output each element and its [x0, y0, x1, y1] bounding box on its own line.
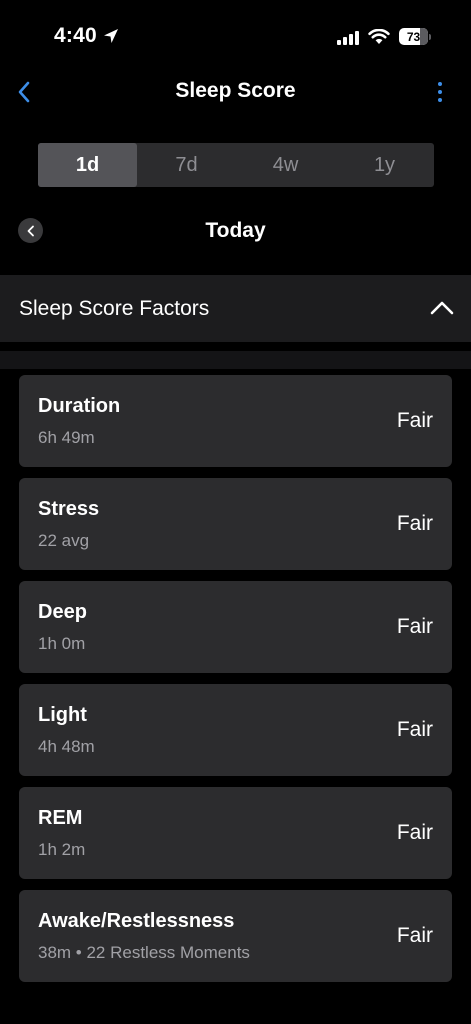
factor-card-duration[interactable]: Duration 6h 49m Fair — [19, 375, 452, 467]
factor-card-light[interactable]: Light 4h 48m Fair — [19, 684, 452, 776]
factor-name: Light — [38, 704, 87, 726]
wifi-icon — [368, 28, 390, 44]
status-bar: 4:40 73 — [0, 0, 471, 76]
battery-icon: 73 — [399, 28, 431, 45]
factor-name: Deep — [38, 601, 87, 623]
factor-name: REM — [38, 807, 83, 829]
factor-name: Stress — [38, 498, 100, 520]
factor-value: 1h 0m — [38, 634, 86, 653]
tab-7d[interactable]: 7d — [137, 143, 236, 187]
factor-rating: Fair — [396, 409, 433, 432]
page-title: Sleep Score — [175, 79, 296, 102]
factor-name: Awake/Restlessness — [38, 910, 235, 932]
factor-rating: Fair — [396, 821, 433, 844]
factor-rating: Fair — [396, 512, 433, 535]
factor-value: 22 avg — [38, 531, 90, 550]
location-arrow-icon — [103, 29, 118, 43]
status-time: 4:40 — [54, 24, 119, 48]
navigation-bar: Sleep Score — [0, 70, 471, 114]
tab-4w[interactable]: 4w — [236, 143, 335, 187]
section-divider — [0, 351, 471, 369]
factor-value: 6h 49m — [38, 428, 95, 447]
battery-percent: 73 — [406, 29, 421, 44]
battery-empty-portion — [420, 28, 428, 45]
factor-card-deep[interactable]: Deep 1h 0m Fair — [19, 581, 452, 673]
tab-1d[interactable]: 1d — [38, 143, 137, 187]
vertical-ellipsis-icon — [438, 98, 442, 102]
vertical-ellipsis-icon — [438, 90, 442, 94]
factor-rating: Fair — [396, 615, 433, 638]
factor-list: Duration 6h 49m Fair Stress 22 avg Fair … — [19, 375, 452, 993]
factor-rating: Fair — [396, 924, 433, 947]
battery-body: 73 — [399, 28, 428, 45]
date-navigator: Today — [0, 210, 471, 250]
section-title: Sleep Score Factors — [19, 296, 210, 320]
factor-rating: Fair — [396, 718, 433, 741]
sleep-score-factors-header[interactable]: Sleep Score Factors — [0, 275, 471, 342]
cellular-signal-icon — [337, 29, 359, 45]
status-indicators: 73 — [337, 28, 431, 45]
chevron-up-icon — [430, 301, 454, 315]
factor-value: 4h 48m — [38, 737, 95, 756]
vertical-ellipsis-icon — [438, 82, 442, 86]
sleep-score-screen: 4:40 73 Sleep Score 1d 7d 4w 1y Today Sl… — [0, 0, 471, 1024]
date-label: Today — [205, 219, 266, 242]
battery-cap — [429, 33, 431, 40]
factor-value: 38m • 22 Restless Moments — [38, 943, 250, 962]
factor-name: Duration — [38, 395, 121, 417]
factor-card-awake-restlessness[interactable]: Awake/Restlessness 38m • 22 Restless Mom… — [19, 890, 452, 982]
factor-card-stress[interactable]: Stress 22 avg Fair — [19, 478, 452, 570]
clock-label: 4:40 — [54, 24, 97, 47]
time-range-selector: 1d 7d 4w 1y — [38, 143, 434, 187]
more-options-button[interactable] — [435, 78, 445, 106]
collapse-button[interactable] — [427, 295, 457, 321]
factor-value: 1h 2m — [38, 840, 86, 859]
tab-1y[interactable]: 1y — [335, 143, 434, 187]
factor-card-rem[interactable]: REM 1h 2m Fair — [19, 787, 452, 879]
